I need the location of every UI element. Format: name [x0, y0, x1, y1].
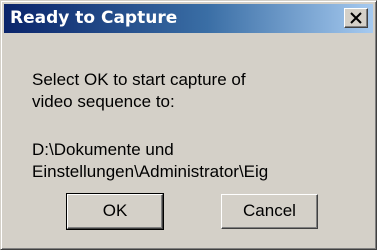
cancel-button[interactable]: Cancel: [221, 194, 318, 229]
message-line-1: Select OK to start capture of: [32, 70, 246, 89]
path-line-1: D:\Dokumente und: [32, 140, 174, 159]
message-line-2: video sequence to:: [32, 92, 175, 111]
capture-dialog: Ready to Capture Select OK to start capt…: [0, 0, 377, 250]
title-bar[interactable]: Ready to Capture: [4, 4, 373, 33]
dialog-title: Ready to Capture: [10, 8, 178, 28]
destination-path: D:\Dokumente und Einstellungen\Administr…: [32, 139, 337, 185]
ok-button[interactable]: OK: [66, 193, 164, 230]
close-button[interactable]: [344, 8, 368, 28]
path-line-2: Einstellungen\Administrator\Eig: [32, 162, 269, 181]
close-icon: [350, 12, 362, 24]
